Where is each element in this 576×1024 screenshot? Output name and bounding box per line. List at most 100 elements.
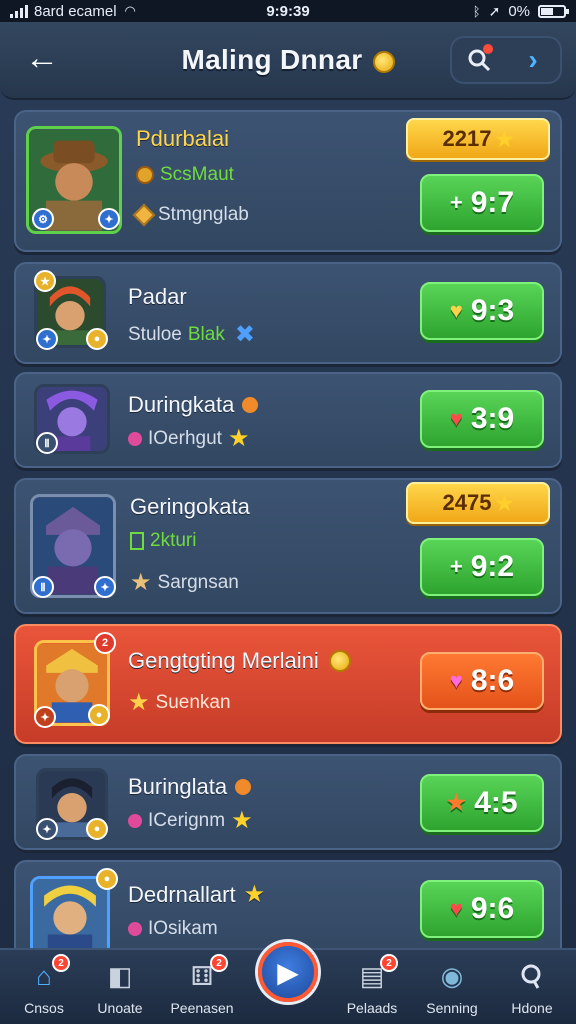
player-name: Buringlata [128, 774, 252, 800]
player-name: Geringokata [130, 494, 250, 519]
nav-badge: 2 [210, 954, 228, 972]
coin-badge-icon: ● [86, 328, 108, 350]
star-icon: ★ [446, 790, 467, 815]
nav-item-settings[interactable]: ◉ Senning [410, 958, 494, 1022]
class-badge-icon: ✦ [34, 706, 56, 728]
nav-label: Hdone [511, 1000, 553, 1016]
class-badge-icon: ✦ [36, 328, 58, 350]
player-guild: ★ Sargnsan [130, 569, 239, 596]
heart-icon: ♥ [449, 668, 463, 693]
nav-label: Pelaads [346, 1000, 398, 1016]
rank-badge-icon: ● [96, 868, 118, 890]
nav-badge: 2 [52, 954, 70, 972]
nav-item-dice[interactable]: ⚅ 2 Peenasen [160, 954, 244, 1022]
player-subtitle: ScsMaut [136, 164, 234, 186]
score-button[interactable]: ♥ 9:3 [420, 282, 544, 340]
flag-icon [130, 532, 144, 550]
search-button[interactable] [459, 40, 499, 80]
list-item[interactable]: ✦ ● Buringlata ICerignm ★ ★ 4:5 [14, 754, 562, 850]
player-name: Dedrnallart ★ [128, 881, 266, 908]
chevron-right-icon: › [528, 44, 538, 75]
status-bar: 8ard ecamel ◠ 9:9:39 ᛒ ➚ 0% [0, 0, 576, 22]
location-icon: ➚ [488, 2, 501, 19]
plus-icon: + [449, 190, 463, 215]
coin-icon [372, 50, 395, 73]
star-icon: ★ [231, 807, 253, 834]
player-subtitle: Stuloe Blak ✖ [128, 321, 255, 348]
score-button[interactable]: + 9:7 [420, 174, 544, 232]
cube-icon: ◧ [107, 960, 133, 991]
player-name: Padar [128, 284, 187, 309]
player-guild: Stmgnglab [132, 203, 249, 227]
rank-badge-icon: ★ [34, 270, 56, 292]
list-item[interactable]: ★ ✦ ● Padar Stuloe Blak ✖ ♥ 9:3 [14, 262, 562, 364]
player-subtitle: IOerhgut ★ [128, 424, 249, 453]
sword-icon: ✖ [234, 321, 255, 348]
player-name: Duringkata [128, 392, 259, 418]
notification-dot [483, 44, 493, 54]
nav-label: Peenasen [170, 1000, 234, 1016]
star-icon: ★ [130, 569, 152, 596]
dice-icon: ⚅ 2 [184, 954, 228, 994]
next-button[interactable]: › [513, 40, 553, 80]
header-actions: › [450, 36, 562, 84]
coin-badge-icon: ● [88, 704, 110, 726]
rank-badge-icon: ✦ [36, 818, 58, 840]
heart-icon: ♥ [449, 298, 463, 323]
diamond-icon [132, 203, 156, 227]
rank-badge-icon: Ⅱ [32, 576, 54, 598]
home-icon: ⌂ 2 [26, 954, 70, 994]
nav-item-update[interactable]: ◧ Unoate [78, 958, 162, 1022]
score-button[interactable]: ♥ 3:9 [420, 390, 544, 448]
class-badge-icon: ✦ [98, 208, 120, 230]
player-name: Gengtgting Merlaini [128, 648, 351, 674]
list-item[interactable]: Ⅱ Duringkata IOerhgut ★ ♥ 3:9 [14, 372, 562, 468]
carrier-name: 8ard ecamel [34, 2, 117, 20]
clock: 9:9:39 [266, 2, 310, 20]
avatar [30, 876, 110, 956]
star-icon: ★ [495, 128, 514, 151]
rank-badge-icon: 2 [94, 632, 116, 654]
nav-item-search[interactable]: Hdone [490, 958, 574, 1022]
coin-badge-icon: ● [86, 818, 108, 840]
battery-percent: 0% [508, 2, 530, 20]
score-button[interactable]: ♥ 9:6 [420, 880, 544, 938]
bluetooth-icon: ᛒ [472, 3, 481, 19]
list-item[interactable]: ⚙ ✦ Pdurbalai ScsMaut Stmgnglab 2217 ★ + … [14, 110, 562, 252]
points-badge: 2217 ★ [406, 118, 550, 160]
nav-item-home[interactable]: ⌂ 2 Cnsos [2, 954, 86, 1022]
search-icon [514, 958, 550, 994]
class-badge-icon: ✦ [94, 576, 116, 598]
player-subtitle: ★ Suenkan [128, 689, 231, 716]
points-badge: 2475 ★ [406, 482, 550, 524]
player-subtitle: 2kturi [130, 530, 196, 552]
chest-icon: ▤ 2 [354, 954, 398, 994]
list-item[interactable]: Ⅱ ✦ Geringokata 2kturi ★ Sargnsan 2475 ★ … [14, 478, 562, 614]
star-icon: ★ [495, 492, 514, 515]
list-item-highlighted[interactable]: 2 ✦ ● Gengtgting Merlaini ★ Suenkan ♥ 8:… [14, 624, 562, 744]
battery-icon [538, 4, 569, 18]
emblem-icon [136, 166, 154, 184]
target-icon: ◉ [440, 960, 464, 991]
player-subtitle: IOsikam [128, 918, 218, 940]
nav-label: Unoate [97, 1000, 143, 1016]
nav-item-rewards[interactable]: ▤ 2 Pelaads [330, 954, 414, 1022]
gem-icon [128, 813, 142, 828]
plus-icon: + [449, 554, 463, 579]
wifi-icon: ◠ [124, 3, 136, 18]
star-icon: ★ [227, 425, 250, 452]
heart-icon: ♥ [449, 406, 463, 431]
nav-label: Cnsos [24, 1000, 64, 1016]
score-button[interactable]: ★ 4:5 [420, 774, 544, 832]
score-button[interactable]: ♥ 8:6 [420, 652, 544, 710]
nav-label: Senning [426, 1000, 478, 1016]
star-icon: ★ [128, 689, 150, 716]
gem-icon [128, 431, 142, 446]
header: ← Maling Dnnar › [0, 22, 576, 100]
score-button[interactable]: + 9:2 [420, 538, 544, 596]
play-icon: ▶ [277, 956, 299, 988]
nav-badge: 2 [380, 954, 398, 972]
player-subtitle: ICerignm ★ [128, 806, 253, 835]
signal-icon [10, 4, 28, 18]
play-button[interactable]: ▶ [258, 942, 318, 1002]
